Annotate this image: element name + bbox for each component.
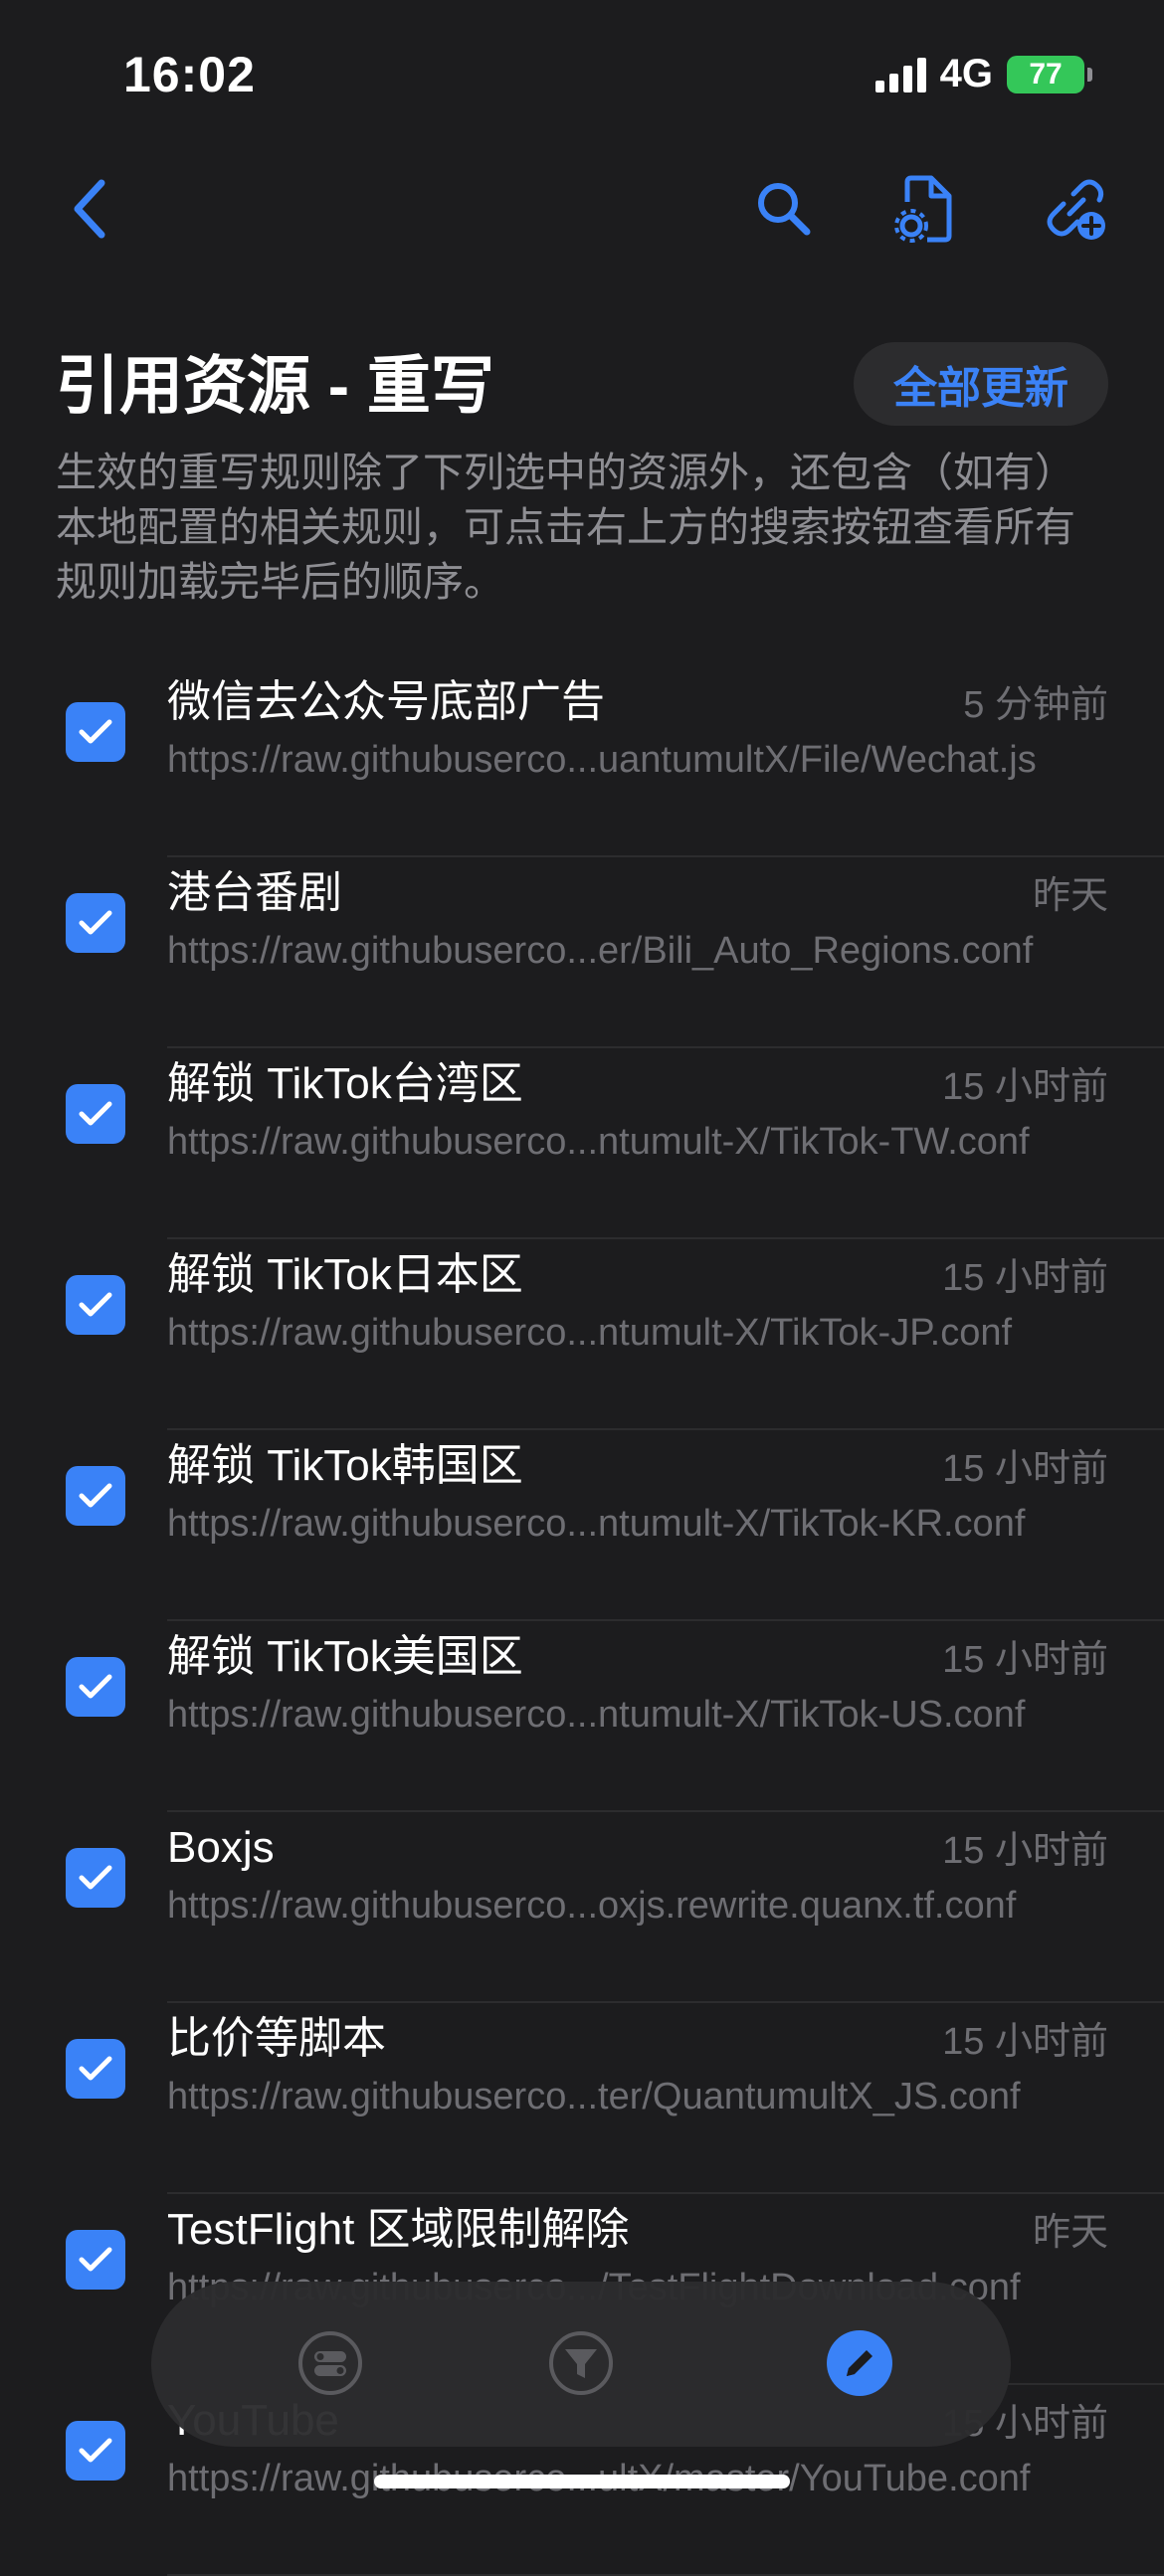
- checkmark-icon: [79, 1674, 112, 1699]
- page-title: 引用资源 - 重写: [56, 350, 494, 422]
- file-settings-button[interactable]: [885, 169, 965, 249]
- item-name: Boxjs: [167, 1823, 275, 1872]
- list-item[interactable]: 比价等脚本 15 小时前 https://raw.githubuserco...…: [0, 2003, 1164, 2194]
- item-updated-time: 15 小时前: [942, 1639, 1108, 1681]
- list-item[interactable]: 微信去公众号底部广告 5 分钟前 https://raw.githubuserc…: [0, 666, 1164, 857]
- checkbox[interactable]: [66, 1657, 125, 1717]
- item-updated-time: 昨天: [1032, 2212, 1108, 2254]
- item-name: 解锁 TikTok台湾区: [167, 1059, 523, 1108]
- floating-tab-bar: [151, 2282, 1011, 2447]
- checkbox[interactable]: [66, 2421, 125, 2481]
- search-icon: [758, 183, 811, 236]
- list-item[interactable]: 解锁 TikTok韩国区 15 小时前 https://raw.githubus…: [0, 1430, 1164, 1621]
- item-updated-time: 15 小时前: [942, 1830, 1108, 1872]
- item-updated-time: 昨天: [1032, 875, 1108, 917]
- battery-level: 77: [1029, 57, 1063, 91]
- checkmark-icon: [79, 2056, 112, 2081]
- item-url: https://raw.githubuserco...ntumult-X/Tik…: [167, 1121, 1030, 1163]
- search-button[interactable]: [744, 169, 824, 249]
- filter-icon: [549, 2331, 613, 2395]
- status-bar: 16:02 4G 77: [0, 0, 1164, 149]
- status-time: 16:02: [123, 47, 256, 102]
- checkbox[interactable]: [66, 1848, 125, 1908]
- status-indicators: 4G 77: [874, 52, 1092, 96]
- checkmark-icon: [79, 719, 112, 744]
- item-url: https://raw.githubuserco...oxjs.rewrite.…: [167, 1885, 1017, 1927]
- network-type: 4G: [939, 52, 993, 95]
- item-updated-time: 15 小时前: [942, 1448, 1108, 1490]
- tab-edit[interactable]: [812, 2315, 907, 2411]
- list-item[interactable]: 解锁 TikTok台湾区 15 小时前 https://raw.githubus…: [0, 1048, 1164, 1239]
- item-url: https://raw.githubuserco...ntumult-X/Tik…: [167, 1694, 1026, 1736]
- checkbox[interactable]: [66, 2039, 125, 2099]
- tab-rules[interactable]: [283, 2315, 378, 2411]
- item-updated-time: 15 小时前: [942, 1257, 1108, 1299]
- item-url: https://raw.githubuserco...uantumultX/Fi…: [167, 739, 1037, 781]
- update-all-button[interactable]: 全部更新: [854, 342, 1108, 426]
- checkbox[interactable]: [66, 702, 125, 762]
- item-url: https://raw.githubuserco...ntumult-X/Tik…: [167, 1503, 1026, 1545]
- list-item[interactable]: 解锁 TikTok日本区 15 小时前 https://raw.githubus…: [0, 1239, 1164, 1430]
- home-indicator: [374, 2475, 790, 2488]
- list-item[interactable]: 港台番剧 昨天 https://raw.githubuserco...er/Bi…: [0, 857, 1164, 1048]
- checkmark-icon: [79, 2438, 112, 2463]
- checkmark-icon: [79, 1292, 112, 1317]
- pencil-icon: [847, 2350, 873, 2376]
- item-updated-time: 15 小时前: [942, 2021, 1108, 2063]
- item-name: 微信去公众号底部广告: [167, 677, 605, 726]
- list-item[interactable]: Boxjs 15 小时前 https://raw.githubuserco...…: [0, 1812, 1164, 2003]
- checkmark-icon: [79, 910, 112, 935]
- list-item[interactable]: 解锁 TikTok美国区 15 小时前 https://raw.githubus…: [0, 1621, 1164, 1812]
- item-url: https://raw.githubuserco...ter/Quantumul…: [167, 2076, 1021, 2117]
- item-name: TestFlight 区域限制解除: [167, 2205, 630, 2254]
- tab-filter[interactable]: [533, 2315, 629, 2411]
- item-name: 比价等脚本: [167, 2014, 386, 2063]
- add-link-button[interactable]: [1035, 169, 1114, 249]
- checkbox[interactable]: [66, 1466, 125, 1526]
- signal-strength-icon: [874, 57, 926, 92]
- navigation-bar: [0, 159, 1164, 249]
- active-tab-indicator: [827, 2330, 892, 2396]
- item-name: 解锁 TikTok日本区: [167, 1250, 523, 1299]
- toggle-list-icon: [298, 2331, 362, 2395]
- item-name: 港台番剧: [167, 868, 342, 917]
- link-add-icon: [1047, 179, 1105, 240]
- item-updated-time: 5 分钟前: [963, 684, 1108, 726]
- back-button[interactable]: [50, 169, 129, 249]
- title-row: 引用资源 - 重写 全部更新: [56, 338, 1108, 434]
- item-url: https://raw.githubuserco...ntumult-X/Tik…: [167, 1312, 1013, 1354]
- checkmark-icon: [79, 2247, 112, 2272]
- checkbox[interactable]: [66, 893, 125, 953]
- chevron-left-icon: [74, 179, 105, 239]
- item-updated-time: 15 小时前: [942, 1066, 1108, 1108]
- item-name: 解锁 TikTok韩国区: [167, 1441, 523, 1490]
- checkmark-icon: [79, 1101, 112, 1126]
- checkbox[interactable]: [66, 1275, 125, 1335]
- file-settings-icon: [894, 175, 952, 243]
- checkmark-icon: [79, 1483, 112, 1508]
- page-description: 生效的重写规则除了下列选中的资源外，还包含（如有）本地配置的相关规则，可点击右上…: [56, 450, 1075, 605]
- item-url: https://raw.githubuserco...er/Bili_Auto_…: [167, 930, 1034, 972]
- checkbox[interactable]: [66, 1084, 125, 1144]
- battery-icon: 77: [1007, 55, 1092, 93]
- checkmark-icon: [79, 1865, 112, 1890]
- item-name: 解锁 TikTok美国区: [167, 1632, 523, 1681]
- checkbox[interactable]: [66, 2230, 125, 2290]
